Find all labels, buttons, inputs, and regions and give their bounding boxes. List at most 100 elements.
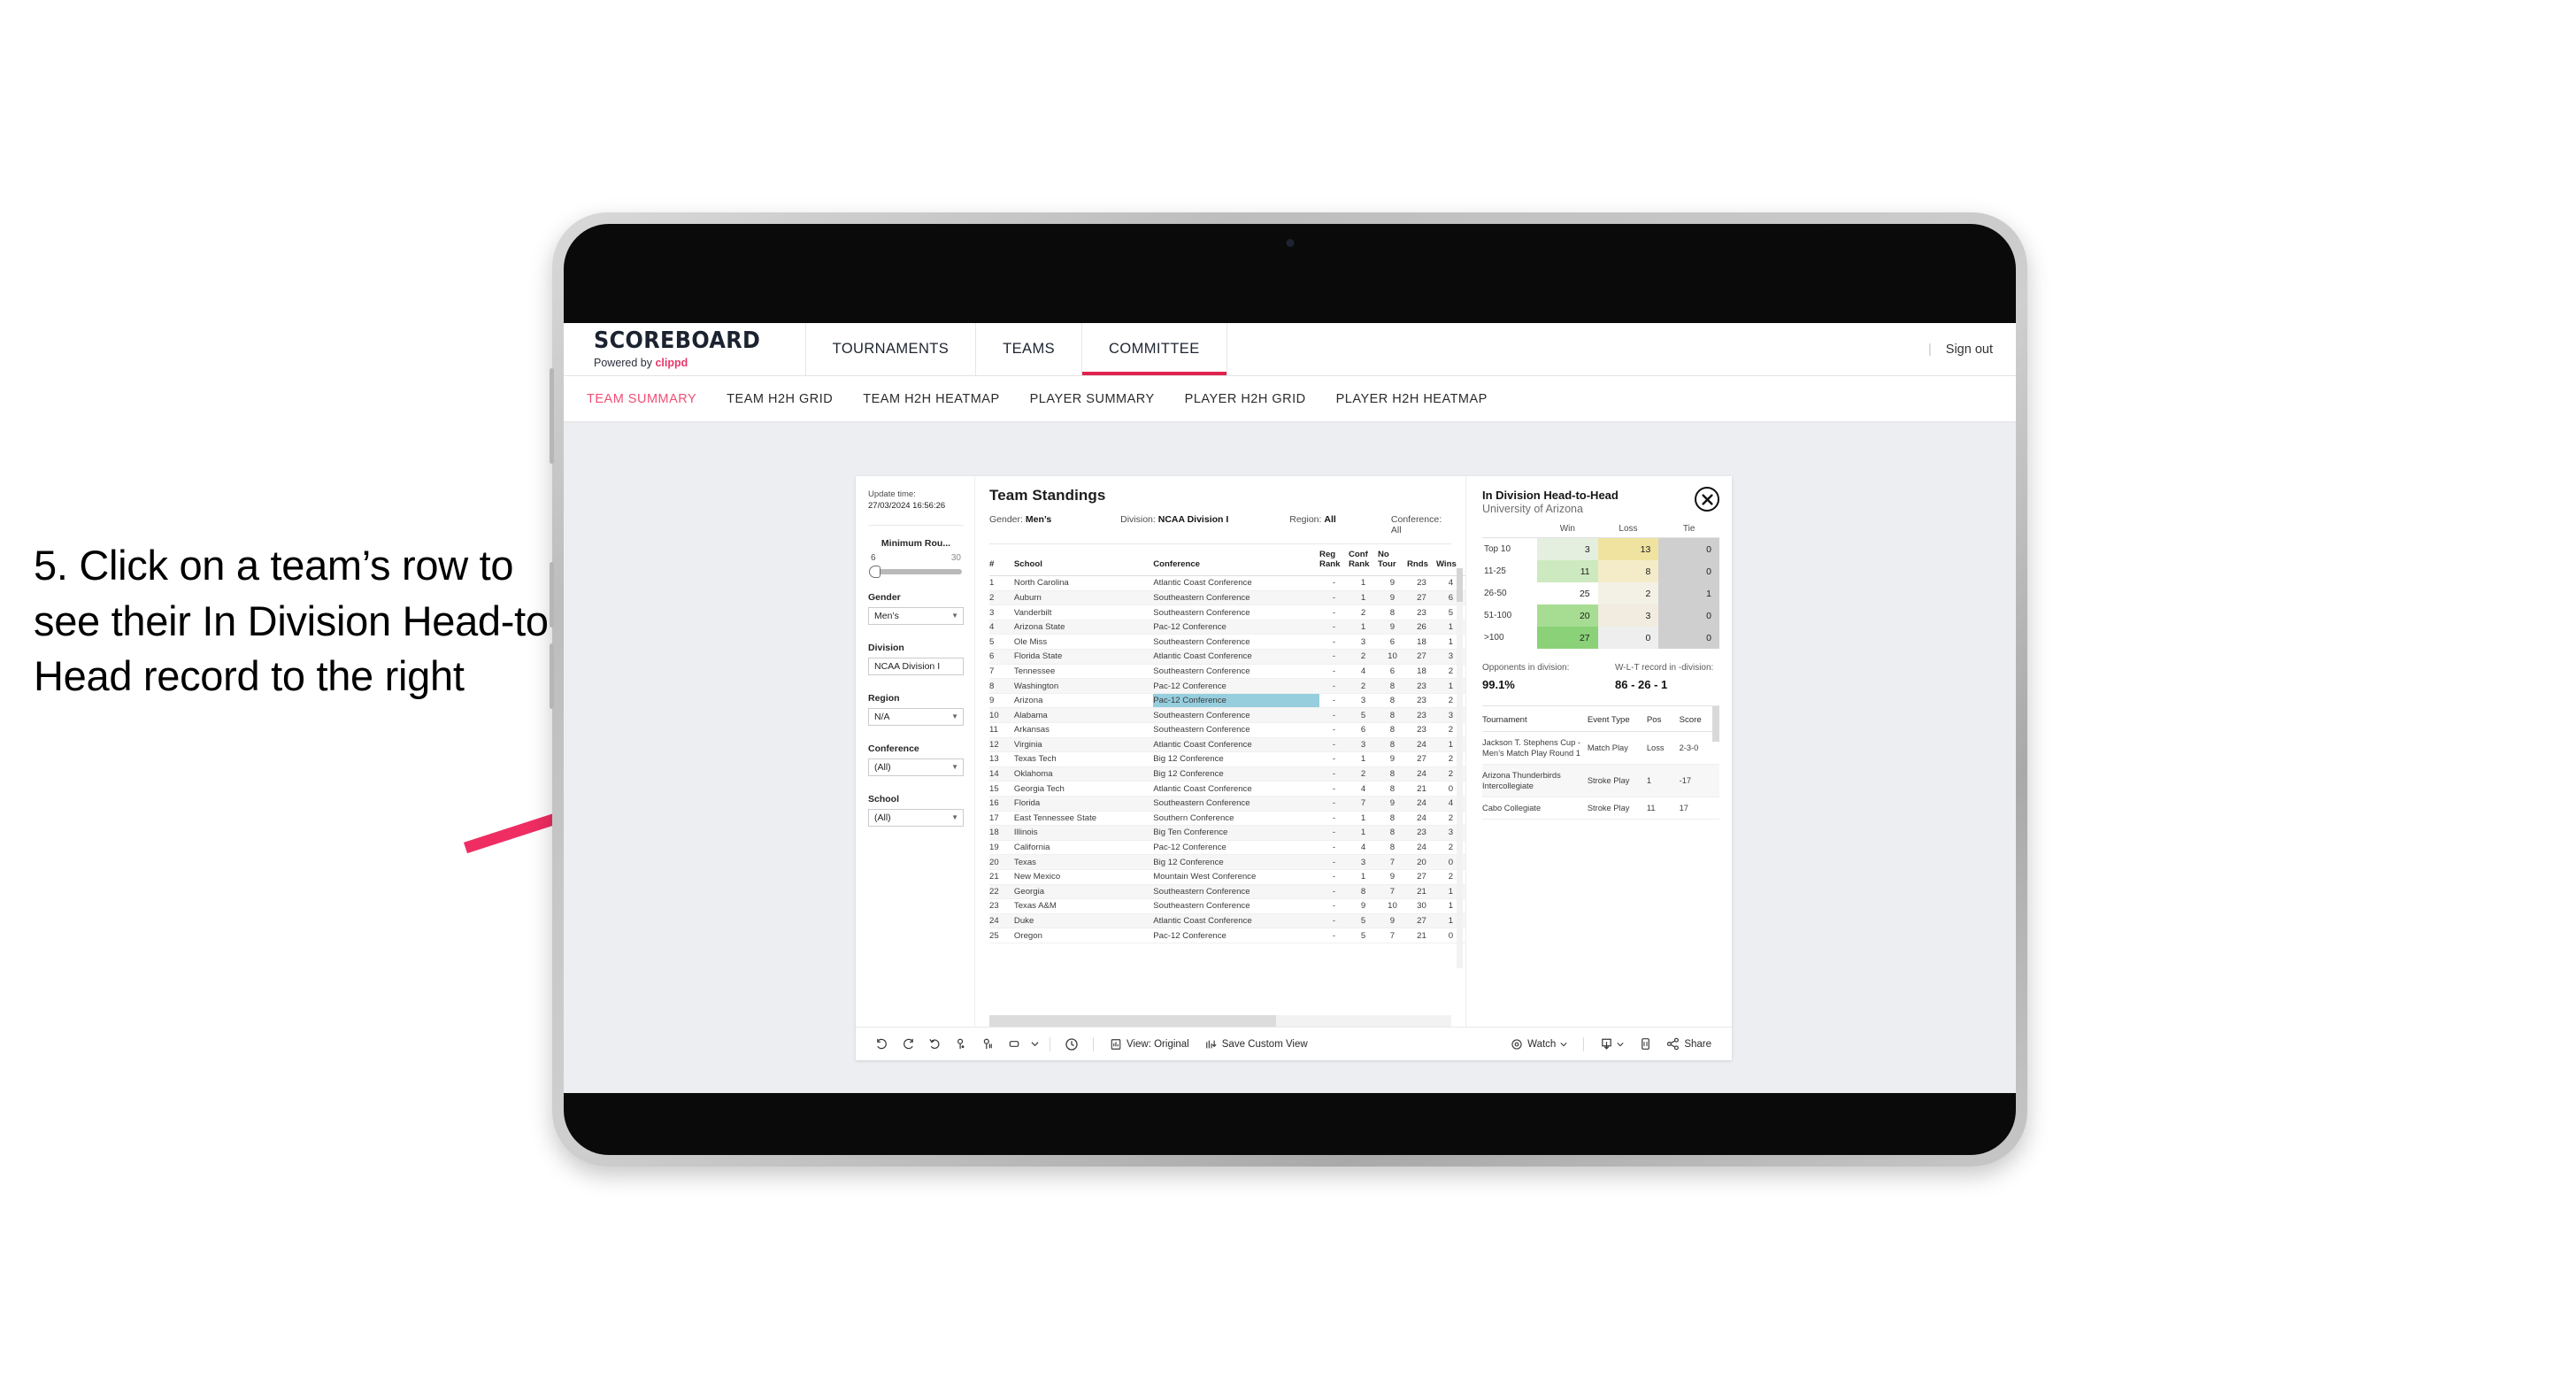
table-row[interactable]: 12 Virginia Atlantic Coast Conference -3 8 24… xyxy=(989,737,1465,753)
cell-rnds: 23 xyxy=(1406,722,1436,738)
download-button[interactable] xyxy=(1592,1037,1632,1051)
cell-conf-rank: 5 xyxy=(1349,913,1378,929)
table-row[interactable]: 5 Ole Miss Southeastern Conference -3 6 18 1 xyxy=(989,634,1465,651)
table-row[interactable]: 24 Duke Atlantic Coast Conference -5 9 27 1 xyxy=(989,913,1465,929)
cell-pos: Loss xyxy=(1646,731,1680,766)
standings-tbody: 1 North Carolina Atlantic Coast Conference… xyxy=(989,575,1465,943)
stat-wlt-record: W-L-T record in -division: 86 - 26 - 1 xyxy=(1615,663,1713,691)
scrollbar-thumb-h[interactable] xyxy=(989,1015,1276,1027)
table-row[interactable]: 23 Texas A&M Southeastern Conference -9 10 30… xyxy=(989,898,1465,914)
minimum-rounds-slider[interactable] xyxy=(869,565,962,578)
table-row[interactable]: 9 Arizona Pac-12 Conference -3 8 23 2 xyxy=(989,693,1465,709)
save-custom-view-button[interactable]: Save Custom View xyxy=(1197,1038,1316,1051)
tab-team-h2h-grid[interactable]: TEAM H2H GRID xyxy=(727,392,833,406)
table-row[interactable]: 4 Arizona State Pac-12 Conference -1 9 26 1 xyxy=(989,620,1465,635)
col-reg-rank[interactable]: Reg Rank xyxy=(1319,544,1349,577)
col-conference[interactable]: Conference xyxy=(1153,544,1320,577)
col-event-type[interactable]: Event Type xyxy=(1587,708,1647,732)
table-row[interactable]: 22 Georgia Southeastern Conference -8 7 21 1 xyxy=(989,884,1465,900)
tab-team-h2h-heatmap[interactable]: TEAM H2H HEATMAP xyxy=(863,392,999,406)
nav-teams[interactable]: TEAMS xyxy=(976,323,1081,375)
table-row[interactable]: 2 Auburn Southeastern Conference -1 9 27 6 xyxy=(989,590,1465,606)
pause-icon[interactable] xyxy=(974,1033,1001,1056)
table-row[interactable]: 3 Vanderbilt Southeastern Conference -2 8 23 5 xyxy=(989,604,1465,620)
tournaments-scrollbar[interactable] xyxy=(1712,706,1719,742)
table-row[interactable]: 14 Oklahoma Big 12 Conference -2 8 24 2 xyxy=(989,766,1465,782)
division-select[interactable]: NCAA Division I xyxy=(868,657,964,675)
cell-rnds: 23 xyxy=(1406,604,1436,620)
region-select[interactable]: N/A ▼ xyxy=(868,707,964,726)
conference-select[interactable]: (All) ▼ xyxy=(868,758,964,776)
standings-horizontal-scrollbar[interactable] xyxy=(989,1015,1451,1027)
save-custom-view-label: Save Custom View xyxy=(1221,1038,1308,1050)
slider-handle[interactable] xyxy=(869,565,880,578)
volume-up-button[interactable] xyxy=(550,562,554,628)
table-row[interactable]: 17 East Tennessee State Southern Conferenc… xyxy=(989,811,1465,827)
table-row[interactable]: 8 Washington Pac-12 Conference -2 8 23 1 xyxy=(989,678,1465,694)
sign-out-link[interactable]: Sign out xyxy=(1946,343,1993,357)
nav-tournaments[interactable]: TOURNAMENTS xyxy=(806,323,976,375)
device-layout-icon[interactable] xyxy=(1001,1033,1027,1056)
close-icon[interactable] xyxy=(1695,487,1719,512)
cell-conference: Atlantic Coast Conference xyxy=(1153,913,1320,929)
table-row[interactable]: 6 Florida State Atlantic Coast Conference -… xyxy=(989,649,1465,665)
col-no-tour[interactable]: No Tour xyxy=(1377,544,1407,577)
table-row[interactable]: 1 North Carolina Atlantic Coast Conference… xyxy=(989,575,1465,591)
tournament-row[interactable]: Cabo Collegiate Stroke Play 11 17 xyxy=(1482,797,1719,820)
brand-logo[interactable]: SCOREBOARD Powered by clippd xyxy=(564,323,805,375)
scrollbar-thumb[interactable] xyxy=(1457,568,1463,602)
gender-select[interactable]: Men’s ▼ xyxy=(868,606,964,625)
tab-player-summary[interactable]: PLAYER SUMMARY xyxy=(1030,392,1155,406)
table-row[interactable]: 21 New Mexico Mountain West Conference -1 9 2… xyxy=(989,869,1465,885)
table-row[interactable]: 18 Illinois Big Ten Conference -1 8 23 3 xyxy=(989,825,1465,841)
cell-rank: 17 xyxy=(989,811,1014,827)
table-row[interactable]: 7 Tennessee Southeastern Conference -4 6 18 2 xyxy=(989,664,1465,680)
cell-no-tour: 6 xyxy=(1377,664,1407,680)
tournament-row[interactable]: Jackson T. Stephens Cup - Men’s Match Pl… xyxy=(1482,731,1719,766)
tab-team-summary[interactable]: TEAM SUMMARY xyxy=(587,392,696,406)
col-pos[interactable]: Pos xyxy=(1646,708,1680,732)
tab-player-h2h-grid[interactable]: PLAYER H2H GRID xyxy=(1185,392,1306,406)
cell-conference: Southeastern Conference xyxy=(1153,664,1320,680)
school-label: School xyxy=(868,793,900,805)
volume-down-button[interactable] xyxy=(550,643,554,709)
undo-icon[interactable] xyxy=(868,1033,895,1056)
col-tournament[interactable]: Tournament xyxy=(1482,708,1588,732)
h2h-cell-tie: 1 xyxy=(1658,582,1719,604)
standings-vertical-scrollbar[interactable] xyxy=(1457,568,1463,968)
table-row[interactable]: 19 California Pac-12 Conference -4 8 24 2 xyxy=(989,840,1465,856)
cell-rank: 9 xyxy=(989,693,1014,709)
revert-icon[interactable] xyxy=(921,1033,948,1056)
table-row[interactable]: 13 Texas Tech Big 12 Conference -1 9 27 2 xyxy=(989,751,1465,767)
filter-conference: Conference (All) ▼ xyxy=(868,743,964,776)
table-row[interactable]: 11 Arkansas Southeastern Conference -6 8 23 2 xyxy=(989,722,1465,738)
col-school[interactable]: School xyxy=(1013,544,1154,577)
watch-button[interactable]: Watch xyxy=(1503,1038,1575,1051)
fullscreen-icon[interactable] xyxy=(1632,1033,1658,1056)
refresh-icon[interactable] xyxy=(948,1033,974,1056)
col-rnds[interactable]: Rnds xyxy=(1406,544,1436,577)
table-row[interactable]: 20 Texas Big 12 Conference -3 7 20 0 xyxy=(989,854,1465,870)
power-button[interactable] xyxy=(550,368,554,464)
cell-school: Georgia Tech xyxy=(1013,781,1154,797)
cell-reg-rank: - xyxy=(1319,884,1349,900)
col-rank[interactable]: # xyxy=(989,544,1014,577)
share-button[interactable]: Share xyxy=(1658,1037,1719,1051)
table-row[interactable]: 25 Oregon Pac-12 Conference -5 7 21 0 xyxy=(989,928,1465,943)
tournament-row[interactable]: Arizona Thunderbirds Intercollegiate Stro… xyxy=(1482,764,1719,798)
tab-player-h2h-heatmap[interactable]: PLAYER H2H HEATMAP xyxy=(1336,392,1488,406)
table-row[interactable]: 15 Georgia Tech Atlantic Coast Conference -… xyxy=(989,781,1465,797)
chevron-down-icon[interactable] xyxy=(1027,1033,1042,1056)
table-row[interactable]: 16 Florida Southeastern Conference -7 9 24 4 xyxy=(989,796,1465,812)
view-original-button[interactable]: View: Original xyxy=(1102,1038,1197,1051)
cell-conference: Southeastern Conference xyxy=(1153,634,1320,651)
redo-icon[interactable] xyxy=(895,1033,921,1056)
table-row[interactable]: 10 Alabama Southeastern Conference -5 8 23 3 xyxy=(989,707,1465,723)
nav-committee[interactable]: COMMITTEE xyxy=(1082,323,1226,375)
cell-rank: 4 xyxy=(989,620,1014,635)
chevron-down-icon: ▼ xyxy=(951,763,958,772)
col-conf-rank[interactable]: Conf Rank xyxy=(1349,544,1378,577)
school-select[interactable]: (All) ▼ xyxy=(868,808,964,827)
cell-no-tour: 8 xyxy=(1377,604,1407,620)
alert-clock-icon[interactable] xyxy=(1058,1033,1085,1056)
